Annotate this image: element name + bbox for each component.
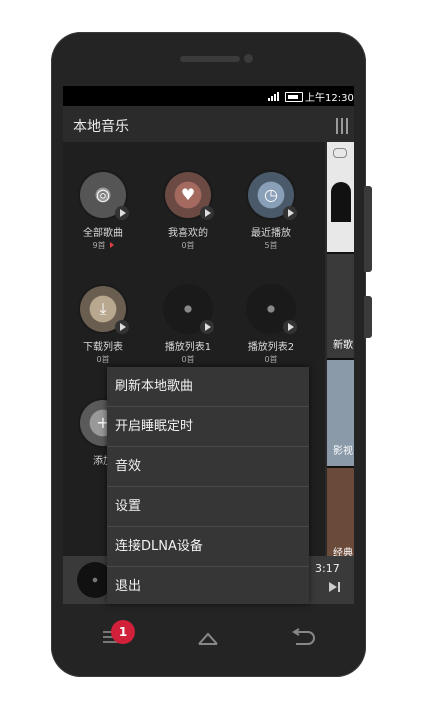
- heart-icon: ♥: [165, 172, 214, 220]
- clock-icon: ◷: [248, 172, 297, 220]
- grid-item-label: 最近播放: [251, 228, 291, 239]
- power-button[interactable]: [364, 296, 372, 338]
- banner-image[interactable]: [327, 142, 354, 252]
- signal-icon: [268, 92, 279, 101]
- options-menu: 刷新本地歌曲 开启睡眠定时 音效 设置 连接DLNA设备 退出: [107, 367, 309, 604]
- status-time: 上午12:30: [305, 93, 354, 104]
- menu-connect-dlna[interactable]: 连接DLNA设备: [107, 527, 309, 567]
- grid-item-recent[interactable]: ◷ 最近播放 5首: [231, 172, 311, 251]
- target-icon: ◎: [80, 172, 129, 220]
- volume-button[interactable]: [364, 186, 372, 272]
- menu-sound-effects[interactable]: 音效: [107, 447, 309, 487]
- grid-item-label: 播放列表2: [247, 342, 295, 353]
- overflow-menu-icon[interactable]: [336, 118, 350, 134]
- grid-item-count: 5首: [264, 241, 278, 250]
- grid-item-count: 0首: [181, 241, 195, 250]
- grid-item-label: 播放列表1: [164, 342, 212, 353]
- indicator-icon: [109, 242, 114, 248]
- back-icon[interactable]: [290, 628, 316, 646]
- status-bar: 上午12:30: [63, 86, 354, 106]
- player-time: 3:17: [315, 562, 340, 575]
- play-icon: [200, 320, 214, 334]
- grid-item-count: 9首: [63, 240, 143, 251]
- menu-exit[interactable]: 退出: [107, 567, 309, 606]
- grid-item-label: 下载列表: [83, 342, 123, 353]
- recommend-panel[interactable]: 新歌 影视 经典: [327, 142, 354, 556]
- new-songs-tile[interactable]: 新歌: [327, 254, 354, 358]
- play-icon: [283, 320, 297, 334]
- grid-item-count: 0首: [264, 355, 278, 364]
- title-bar: 本地音乐: [63, 106, 354, 142]
- grid-item-playlist2[interactable]: 播放列表2 0首: [231, 286, 311, 365]
- play-icon: [283, 206, 297, 220]
- home-icon[interactable]: [198, 630, 218, 646]
- play-icon: [200, 206, 214, 220]
- grid-item-label: 全部歌曲: [83, 228, 123, 239]
- grid-item-label: 我喜欢的: [168, 228, 208, 239]
- battery-icon: [285, 92, 303, 102]
- menu-sleep-timer[interactable]: 开启睡眠定时: [107, 407, 309, 447]
- next-icon[interactable]: [329, 582, 341, 592]
- disc-icon: [248, 286, 297, 334]
- grid-item-favorites[interactable]: ♥ 我喜欢的 0首: [148, 172, 228, 251]
- grid-item-all-songs[interactable]: ◎ 全部歌曲 9首: [63, 172, 143, 251]
- download-icon: ⤓: [80, 286, 129, 334]
- grid-item-downloads[interactable]: ⤓ 下载列表 0首: [63, 286, 143, 365]
- menu-settings[interactable]: 设置: [107, 487, 309, 527]
- grid-item-playlist1[interactable]: 播放列表1 0首: [148, 286, 228, 365]
- speaker-grille: [180, 56, 240, 62]
- page-title: 本地音乐: [73, 119, 129, 135]
- tap-badge: 1: [111, 620, 135, 644]
- film-tile[interactable]: 影视: [327, 360, 354, 466]
- front-camera: [244, 54, 253, 63]
- menu-refresh-songs[interactable]: 刷新本地歌曲: [107, 367, 309, 407]
- grid-item-count: 0首: [96, 355, 110, 364]
- grid-item-count: 0首: [181, 355, 195, 364]
- play-icon: [115, 206, 129, 220]
- play-icon: [115, 320, 129, 334]
- disc-icon: [165, 286, 214, 334]
- classic-tile[interactable]: 经典: [327, 468, 354, 556]
